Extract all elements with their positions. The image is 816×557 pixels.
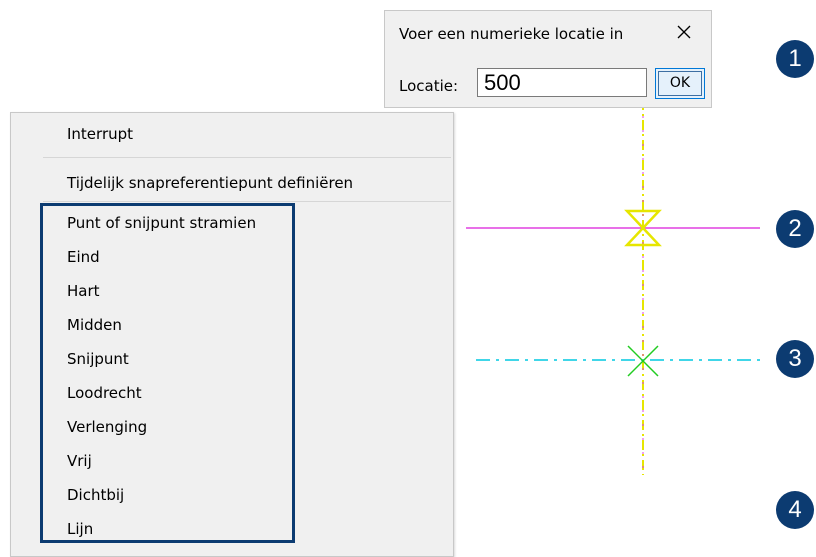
menu-item-temp-snap-reference[interactable]: Tijdelijk snapreferentiepunt definiëren [67, 174, 353, 192]
step-badge-2: 2 [776, 210, 814, 248]
step-badge-3: 3 [776, 340, 814, 378]
menu-item-center[interactable]: Hart [67, 282, 100, 300]
menu-item-nearby[interactable]: Dichtbij [67, 486, 124, 504]
menu-item-perpendicular[interactable]: Loodrecht [67, 384, 142, 402]
menu-item-free[interactable]: Vrij [67, 452, 92, 470]
menu-separator [43, 157, 451, 158]
menu-item-line[interactable]: Lijn [67, 520, 93, 538]
step-badge-1: 1 [776, 40, 814, 78]
menu-item-middle[interactable]: Midden [67, 316, 122, 334]
menu-item-grid-point[interactable]: Punt of snijpunt stramien [67, 214, 256, 232]
dialog-title: Voer een numerieke locatie in [399, 25, 624, 43]
menu-separator [43, 201, 451, 202]
menu-item-extension[interactable]: Verlenging [67, 418, 147, 436]
intersection-snap-marker [627, 345, 659, 377]
ok-button[interactable]: OK [655, 68, 705, 99]
step-badge-4: 4 [776, 491, 814, 529]
ok-focus-ring [658, 71, 702, 96]
menu-item-interrupt[interactable]: Interrupt [67, 125, 133, 143]
menu-item-intersection[interactable]: Snijpunt [67, 350, 129, 368]
menu-item-end[interactable]: Eind [67, 248, 100, 266]
location-input[interactable] [477, 68, 647, 97]
snap-context-menu: Interrupt Tijdelijk snapreferentiepunt d… [10, 112, 454, 557]
close-icon[interactable] [673, 21, 695, 43]
location-label: Locatie: [399, 77, 459, 95]
numeric-location-dialog: Voer een numerieke locatie in Locatie: O… [384, 10, 712, 108]
